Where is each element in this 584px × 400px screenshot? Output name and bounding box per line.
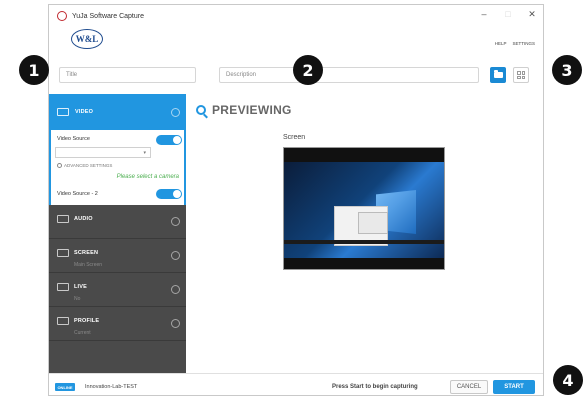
- window-controls: – □ ✕: [479, 9, 537, 20]
- screen-section-sub: Main Screen: [74, 262, 103, 268]
- layout-button[interactable]: [513, 67, 529, 83]
- callout-marker-2: 2: [293, 55, 323, 85]
- monitor-icon: [57, 249, 69, 257]
- audio-section-label: AUDIO: [74, 216, 93, 222]
- video-source-toggle[interactable]: [156, 135, 182, 145]
- device-name: Innovation-Lab-TEST: [85, 384, 138, 390]
- stage: YuJa Software Capture – □ ✕ W&L HELP SET…: [0, 0, 584, 400]
- folder-button[interactable]: [490, 67, 506, 83]
- start-button[interactable]: START: [493, 380, 535, 394]
- microphone-icon: [57, 215, 69, 223]
- settings-link[interactable]: SETTINGS: [512, 41, 535, 46]
- app-logo-icon: [57, 11, 67, 21]
- start-hint: Press Start to begin capturing: [332, 384, 418, 390]
- gear-icon: [57, 163, 62, 168]
- screen-section-label: SCREEN: [74, 250, 99, 256]
- video-source-label: Video Source: [57, 136, 90, 142]
- video-source-2-toggle[interactable]: [156, 189, 182, 199]
- help-link[interactable]: HELP: [495, 41, 507, 46]
- advanced-settings-link[interactable]: ADVANCED SETTINGS: [57, 163, 112, 168]
- profile-section-label: PROFILE: [74, 318, 100, 324]
- online-badge: ONLINE: [55, 383, 75, 391]
- live-expand-icon[interactable]: [171, 285, 180, 294]
- screen-section[interactable]: SCREEN Main Screen: [49, 239, 186, 273]
- callout-marker-1: 1: [19, 55, 49, 85]
- desktop-window-inner: [358, 212, 388, 234]
- chevron-down-icon: ▾: [143, 150, 146, 156]
- video-collapse-icon[interactable]: [171, 107, 180, 117]
- profile-icon: [57, 317, 69, 325]
- cancel-button[interactable]: CANCEL: [450, 380, 488, 394]
- minimize-button[interactable]: –: [479, 9, 489, 20]
- live-section-label: LIVE: [74, 284, 88, 290]
- audio-expand-icon[interactable]: [171, 217, 180, 226]
- preview-header: PREVIEWING: [196, 103, 292, 117]
- title-input[interactable]: Title: [59, 67, 196, 83]
- callout-marker-4: 4: [553, 365, 583, 395]
- preview-title: PREVIEWING: [212, 103, 292, 117]
- video-source-2-label: Video Source - 2: [57, 191, 98, 197]
- search-icon: [196, 105, 206, 115]
- institution-logo: W&L: [71, 29, 103, 49]
- live-section-sub: No: [74, 296, 81, 302]
- screen-preview-label: Screen: [283, 134, 306, 141]
- top-links: HELP SETTINGS: [495, 41, 535, 46]
- profile-section-sub: Current: [74, 330, 91, 336]
- video-section-header[interactable]: VIDEO: [49, 94, 186, 130]
- profile-expand-icon[interactable]: [171, 319, 180, 328]
- desktop-thumbnail: [284, 162, 444, 258]
- advanced-settings-label: ADVANCED SETTINGS: [64, 163, 113, 168]
- profile-section[interactable]: PROFILE Current: [49, 307, 186, 341]
- window-title: YuJa Software Capture: [72, 12, 144, 20]
- video-section-label: VIDEO: [75, 109, 94, 115]
- video-section-body: Video Source ▾ ADVANCED SETTINGS Please …: [49, 130, 186, 205]
- sources-sidebar: VIDEO Video Source ▾ ADVANCED SETTINGS P…: [49, 94, 186, 373]
- video-icon: [57, 108, 69, 116]
- camera-hint: Please select a camera: [116, 174, 179, 180]
- callout-marker-3: 3: [552, 55, 582, 85]
- description-input[interactable]: Description: [219, 67, 479, 83]
- screen-preview: [283, 147, 445, 270]
- close-button[interactable]: ✕: [527, 9, 537, 20]
- live-section[interactable]: LIVE No: [49, 273, 186, 307]
- title-bar: YuJa Software Capture – □ ✕: [49, 5, 543, 27]
- video-source-select[interactable]: ▾: [55, 147, 151, 158]
- screen-expand-icon[interactable]: [171, 251, 180, 260]
- broadcast-icon: [57, 283, 69, 291]
- status-bar: ONLINE Innovation-Lab-TEST Press Start t…: [49, 373, 543, 395]
- grid-icon: [517, 71, 525, 79]
- desktop-taskbar: [284, 240, 444, 244]
- audio-section[interactable]: AUDIO: [49, 205, 186, 239]
- maximize-button[interactable]: □: [503, 9, 513, 20]
- folder-icon: [493, 70, 503, 78]
